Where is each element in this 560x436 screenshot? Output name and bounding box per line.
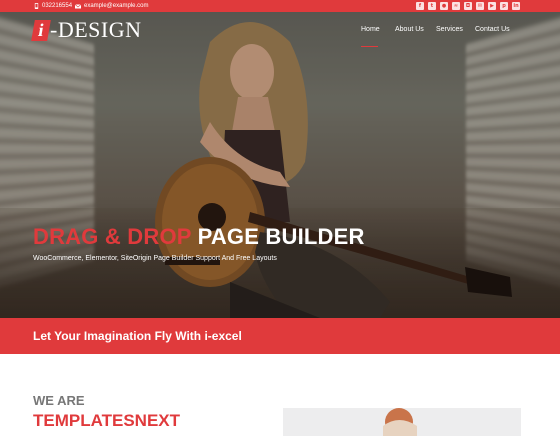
tagline-text: Let Your Imagination Fly With i-excel (33, 329, 242, 343)
main-navigation: Home About Us Services Contact Us (0, 26, 560, 47)
phone-icon (34, 3, 39, 9)
envelope-icon (75, 3, 81, 8)
hero-headline-main: PAGE BUILDER (197, 224, 365, 249)
top-bar: 032216554 example@example.com f t ● ≈ ◘ … (0, 0, 560, 12)
tagline-band: Let Your Imagination Fly With i-excel (0, 318, 560, 354)
linkedin-icon[interactable]: in (512, 2, 520, 10)
youtube-icon[interactable]: ▶ (488, 2, 496, 10)
phone-contact[interactable]: 032216554 (34, 0, 72, 12)
rss-icon[interactable]: ≈ (452, 2, 460, 10)
about-image (283, 408, 521, 436)
hero-banner (0, 12, 560, 318)
email-contact[interactable]: example@example.com (75, 0, 148, 12)
hero-headline: DRAG & DROP PAGE BUILDER (33, 224, 365, 250)
phone-number: 032216554 (42, 3, 73, 9)
facebook-icon[interactable]: f (416, 2, 424, 10)
nav-item-contact-us[interactable]: Contact Us (475, 26, 510, 33)
nav-item-home[interactable]: Home (361, 26, 380, 47)
email-icon[interactable]: ✉ (476, 2, 484, 10)
section-title: TEMPLATESNEXT (33, 411, 181, 430)
instagram-icon[interactable]: ◘ (464, 2, 472, 10)
social-links: f t ● ≈ ◘ ✉ ▶ p in (416, 2, 520, 10)
twitter-icon[interactable]: t (428, 2, 436, 10)
about-photo (383, 408, 417, 436)
pinterest-icon[interactable]: p (500, 2, 508, 10)
email-address: example@example.com (84, 3, 149, 9)
nav-item-about-us[interactable]: About Us (395, 26, 424, 33)
hero-subheading: WooCommerce, Elementor, SiteOrigin Page … (33, 255, 277, 262)
section-eyebrow: WE ARE (33, 393, 85, 408)
nav-item-services[interactable]: Services (436, 26, 463, 33)
hero-overlay (0, 12, 560, 318)
hero-headline-accent: DRAG & DROP (33, 224, 192, 249)
flickr-icon[interactable]: ● (440, 2, 448, 10)
